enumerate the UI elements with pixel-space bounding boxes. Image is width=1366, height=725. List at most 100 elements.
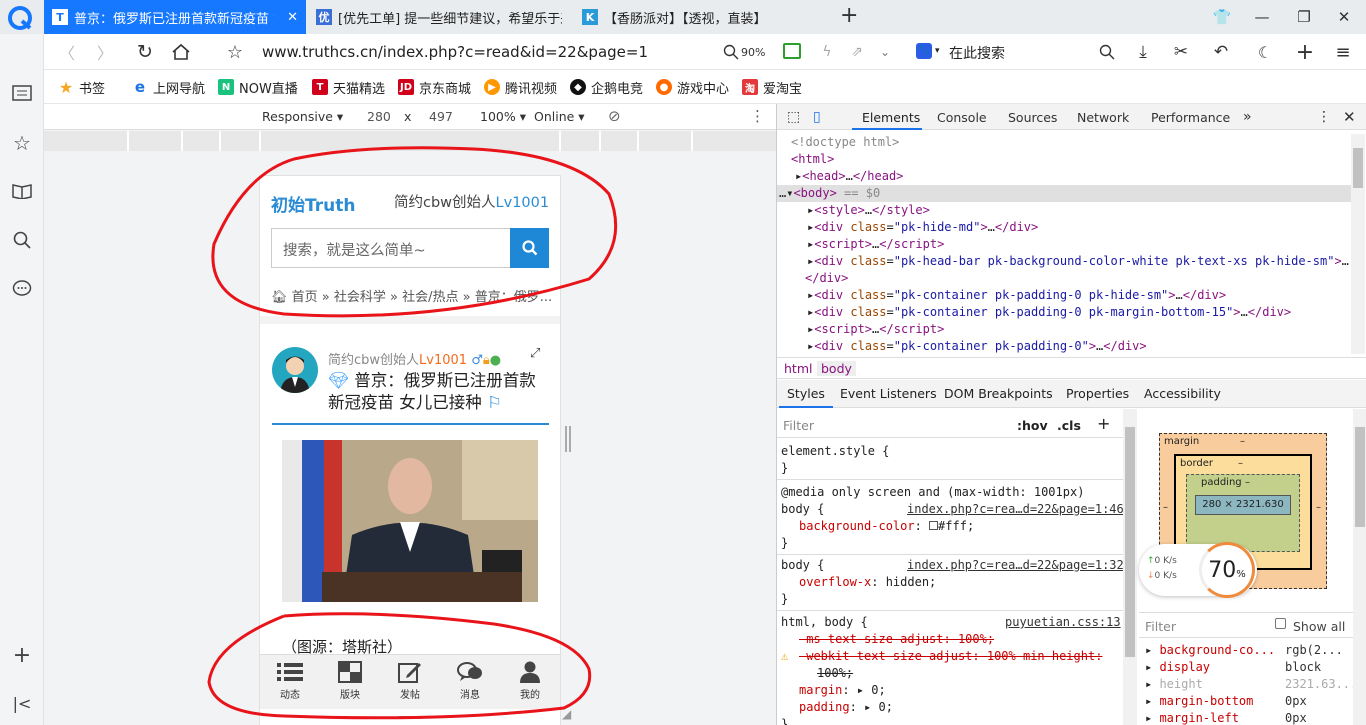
rule-selector[interactable]: html, body { (781, 614, 868, 631)
add-icon[interactable]: + (1290, 34, 1320, 70)
computed-row[interactable]: ▸ background-co... rgb(2... (1145, 642, 1351, 659)
dom-node[interactable]: ▸<div class="pk-container pk-padding-0 p… (777, 304, 1351, 321)
computed-row[interactable]: ▸ margin-left 0px (1145, 710, 1351, 725)
night-mode-icon[interactable]: ☾ (1250, 34, 1280, 70)
tab-console[interactable]: Console (937, 104, 987, 130)
tab-event-listeners[interactable]: Event Listeners (840, 386, 937, 401)
computed-filter[interactable]: Filter (1145, 619, 1176, 634)
new-tab-button[interactable]: + (840, 3, 858, 28)
crumb-html[interactable]: html (784, 361, 812, 376)
reload-icon[interactable]: ↻ (130, 34, 160, 70)
dom-node[interactable]: ▸<div class="pk-container pk-padding-0 p… (777, 287, 1351, 304)
show-all-checkbox[interactable] (1275, 618, 1286, 629)
new-rule-icon[interactable]: + (1097, 414, 1110, 433)
padding-box[interactable]: padding – 280 × 2321.630 (1186, 474, 1300, 552)
restore-button[interactable]: ❐ (1284, 0, 1324, 34)
add-icon[interactable]: + (0, 640, 44, 670)
rule-selector[interactable]: body { (781, 501, 824, 518)
rule-selector[interactable]: body { (781, 557, 824, 574)
computed-scrollbar[interactable] (1353, 409, 1366, 725)
share-icon[interactable]: ⇗ (842, 34, 872, 70)
css-declaration[interactable]: -webkit-text-size-adjust: 100% min-heigh… (799, 648, 1102, 665)
hov-toggle[interactable]: :hov (1017, 418, 1048, 433)
minimize-button[interactable]: — (1242, 0, 1282, 34)
styles-filter[interactable]: Filter (783, 418, 814, 433)
bookmark-item[interactable]: ▶ 腾讯视频 (484, 78, 557, 97)
tab-accessibility[interactable]: Accessibility (1144, 386, 1221, 401)
dom-scrollbar[interactable] (1351, 134, 1365, 354)
memory-gauge[interactable]: 70% (1199, 542, 1255, 598)
chevron-down-icon[interactable]: ⌄ (870, 34, 900, 70)
source-link[interactable]: index.php?c=rea…d=22&page=1:46 (907, 501, 1123, 518)
reader-icon[interactable] (0, 78, 44, 108)
computed-row[interactable]: ▸ height 2321.63... (1145, 676, 1353, 693)
reader-mode-icon[interactable] (783, 43, 801, 59)
css-declaration[interactable]: padding: ▸ 0; (799, 699, 893, 716)
menu-icon[interactable]: ≡ (1328, 34, 1358, 70)
zoom-level[interactable]: 90% (741, 46, 765, 59)
dom-node[interactable]: ▸<style>…</style> (777, 202, 1351, 219)
bookmark-item[interactable]: e 上网导航 (132, 78, 205, 97)
device-toggle-icon[interactable]: ▯ (813, 104, 821, 130)
back-icon[interactable]: 〈 (52, 34, 82, 70)
tab-dom-breakpoints[interactable]: DOM Breakpoints (944, 386, 1053, 401)
dom-node[interactable]: <!doctype html> (777, 134, 1351, 151)
devtools-close-icon[interactable]: ✕ (1343, 104, 1356, 130)
net-speed-widget[interactable]: ↑0 K/s ↓0 K/s 70% (1139, 542, 1257, 598)
more-tabs-icon[interactable]: » (1243, 104, 1252, 130)
dom-node[interactable]: ▸<div class="pk-container pk-padding-0">… (777, 338, 1351, 355)
home-icon[interactable] (166, 34, 196, 70)
search-engine-chevron[interactable]: ▾ (935, 46, 940, 56)
url-field[interactable]: www.truthcs.cn/index.php?c=read&id=22&pa… (262, 43, 648, 61)
tab-active[interactable]: T 普京：俄罗斯已注册首款新冠疫苗 女儿已接种 ✕ (44, 0, 306, 34)
dom-node[interactable]: ▸<head>…</head> (777, 168, 1351, 185)
bookmark-item[interactable]: ◆ 企鹅电竞 (570, 78, 643, 97)
scissors-icon[interactable]: ✂ (1166, 34, 1196, 70)
tab-2[interactable]: 优 [优先工单] 提一些细节建议，希望乐于采纳 (308, 0, 570, 34)
browser-logo-icon[interactable] (8, 6, 34, 30)
bookmark-folder[interactable]: ★ 书签 (58, 78, 105, 97)
dom-node-selected[interactable]: …▾<body> == $0 (777, 185, 1351, 202)
dom-node[interactable]: </div> (777, 270, 1351, 287)
crumb-body[interactable]: body (817, 361, 856, 376)
inspect-icon[interactable]: ⬚ (787, 104, 800, 130)
dom-node[interactable]: <html> (777, 151, 1351, 168)
flash-icon[interactable]: ϟ (812, 34, 842, 70)
bookmark-item[interactable]: N NOW直播 (218, 78, 298, 97)
search-engine-icon[interactable]: 🐾 (916, 43, 932, 59)
dom-node[interactable]: ▸<div class="pk-hide-md">…</div> (777, 219, 1351, 236)
search-icon[interactable] (0, 225, 44, 255)
undo-icon[interactable]: ↶ (1206, 34, 1236, 70)
tab-network[interactable]: Network (1077, 104, 1129, 130)
search-box[interactable]: 在此搜索 (949, 43, 1005, 63)
bookmark-star-icon[interactable]: ☆ (220, 34, 250, 70)
devtools-menu-icon[interactable]: ⋮ (1317, 104, 1331, 130)
content-box[interactable]: 280 × 2321.630 (1195, 495, 1291, 515)
css-declaration[interactable]: margin: ▸ 0; (799, 682, 886, 699)
tab-elements[interactable]: Elements (862, 104, 920, 130)
bookmark-item[interactable]: JD 京东商城 (398, 78, 471, 97)
cls-toggle[interactable]: .cls (1057, 418, 1081, 433)
color-swatch[interactable] (929, 521, 939, 530)
bookmark-item[interactable]: 淘爱淘宝 (742, 78, 802, 97)
computed-row[interactable]: ▸ display block (1145, 659, 1351, 676)
bookmark-item[interactable]: ● 游戏中心 (656, 78, 729, 97)
dom-node[interactable]: ▸<script>…</script> (777, 236, 1351, 253)
source-link[interactable]: index.php?c=rea…d=22&page=1:32 (907, 557, 1123, 574)
computed-row[interactable]: ▸ margin-bottom 0px (1145, 693, 1351, 710)
css-declaration[interactable]: background-color: #fff; (799, 518, 974, 535)
chat-icon[interactable] (0, 274, 44, 304)
dom-node[interactable]: ▸<script>…</script> (777, 321, 1351, 338)
shirt-icon[interactable]: 👕 (1202, 0, 1242, 34)
tab-3[interactable]: K 【香肠派对】【透视，直装】 (574, 0, 836, 34)
book-icon[interactable] (0, 176, 44, 206)
source-link[interactable]: puyuetian.css:13 (1005, 614, 1121, 631)
collapse-icon[interactable]: |< (0, 688, 44, 718)
bookmark-item[interactable]: T 天猫精选 (312, 78, 385, 97)
forward-icon[interactable]: 〉 (90, 34, 120, 70)
tab-performance[interactable]: Performance (1151, 104, 1230, 130)
favorites-icon[interactable]: ☆ (0, 128, 44, 158)
search-icon[interactable] (1092, 34, 1122, 70)
tab-styles[interactable]: Styles (787, 386, 825, 401)
tab-sources[interactable]: Sources (1008, 104, 1057, 130)
